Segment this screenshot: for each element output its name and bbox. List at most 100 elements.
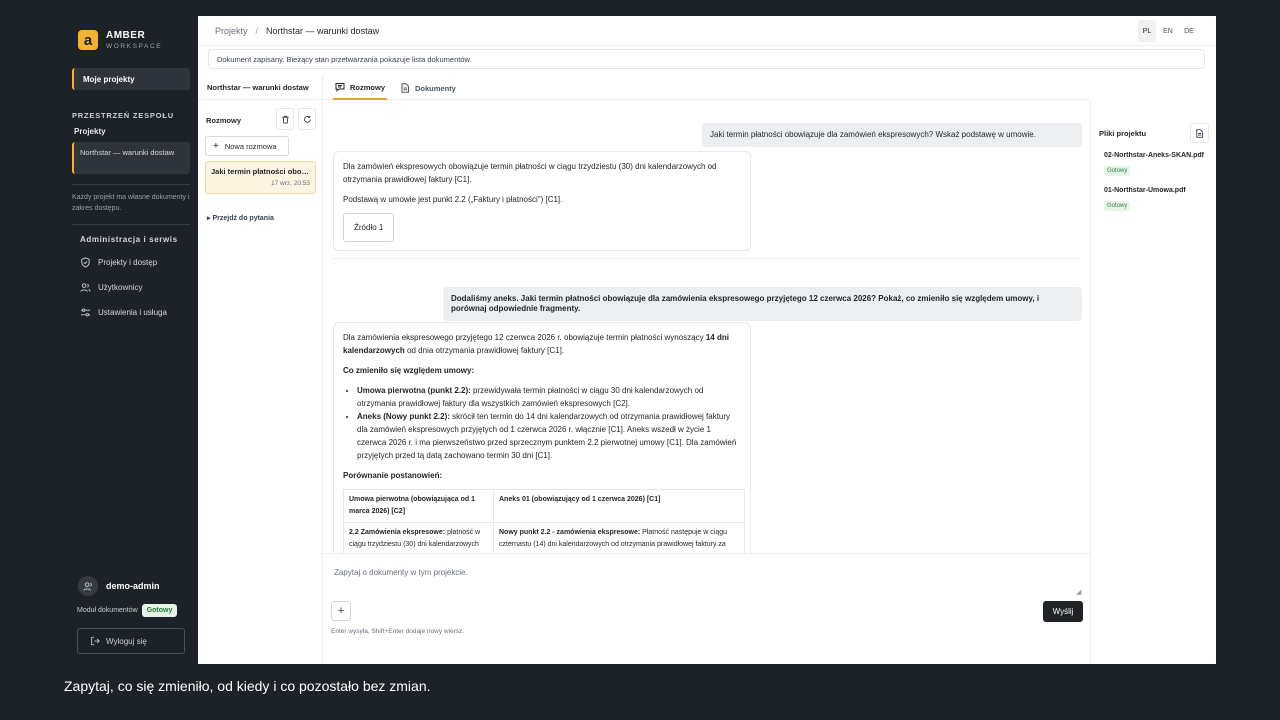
refresh-icon [303, 115, 311, 123]
cell-label: Nowy punkt 2.2 - zamówienia ekspresowe: [499, 529, 641, 536]
conversation-item[interactable]: Jaki termin płatności obowiązuje 17 wrz,… [205, 161, 316, 194]
jump-to-question[interactable]: ▸ Przejdź do pytania [207, 214, 274, 222]
table-row: Umowa pierwotna (obowiązująca od 1 marca… [343, 489, 745, 523]
attach-button[interactable]: + [331, 601, 351, 621]
composer: Zapytaj o dokumenty w tym projekcie. ◢ +… [324, 553, 1090, 664]
topbar: Projekty / Northstar — warunki dostaw PL E… [198, 16, 1216, 46]
sidebar-project-northstar[interactable]: Northstar — warunki dostaw [72, 142, 190, 174]
brand-logo: a [78, 30, 98, 50]
breadcrumb-projects[interactable]: Projekty [215, 26, 248, 36]
divider [72, 224, 190, 225]
files-panel: Pliki projektu 02-Northstar-Aneks-SKAN.p… [1090, 101, 1216, 664]
user-profile: demo-admin [78, 576, 160, 596]
sidebar-item-label: Użytkownicy [98, 283, 143, 292]
brand-sub: WORKSPACE [106, 43, 163, 50]
answer-paragraph: Podstawą w umowie jest punkt 2.2 („Faktu… [343, 195, 563, 204]
prompt-input[interactable]: Zapytaj o dokumenty w tym projekcie. [334, 568, 468, 577]
table-header: Aneks 01 (obowiązujący od 1 czerwca 2026… [493, 489, 745, 523]
answer-heading: Co zmieniło się względem umowy: [343, 366, 475, 375]
lang-de[interactable]: DE [1180, 20, 1198, 42]
file-item[interactable]: 02-Northstar-Aneks-SKAN.pdf Gotowy [1104, 152, 1209, 177]
user-message: Dodaliśmy aneks. Jaki termin płatności o… [443, 287, 1082, 321]
sidebar-item-settings[interactable]: Ustawienia i usługa [80, 307, 167, 318]
delete-conversation-button[interactable] [276, 108, 294, 130]
assistant-message: Dla zamówień ekspresowych obowiązuje ter… [333, 151, 751, 251]
jump-label: Przejdź do pytania [212, 215, 274, 222]
sidebar-item-label: Projekty i dostęp [98, 258, 158, 267]
table-row: 2.2 Zamówienia ekspresowe: płatność w ci… [343, 522, 745, 553]
logout-label: Wyloguj się [106, 636, 147, 646]
sidebar-note: Każdy projekt ma własne dokumenty i zakr… [72, 194, 190, 212]
answer-paragraph: Dla zamówienia ekspresowego przyjętego 1… [343, 331, 741, 357]
cell-label: 2.2 Zamówienia ekspresowe: [349, 529, 446, 536]
add-file-button[interactable] [1190, 123, 1209, 143]
sidebar-item-users[interactable]: Użytkownicy [80, 282, 142, 293]
tab-bar: Rozmowy Dokumenty [324, 76, 1090, 100]
answer-heading: Porównanie postanowień: [343, 471, 443, 480]
table-header: Umowa pierwotna (obowiązująca od 1 marca… [343, 489, 494, 523]
breadcrumb-current: Northstar — warunki dostaw [266, 26, 380, 36]
brand: a AMBER WORKSPACE [78, 30, 162, 50]
main-window: Projekty / Northstar — warunki dostaw PL E… [198, 16, 1216, 664]
notice-banner: Dokument zapisany. Bieżący stan przetwar… [208, 49, 1205, 69]
logout-button[interactable]: Wyloguj się [77, 628, 185, 654]
module-status-row: Moduł dokumentów Gotowy [77, 604, 178, 617]
breadcrumb: Projekty / Northstar — warunki dostaw [215, 26, 379, 36]
file-name: 02-Northstar-Aneks-SKAN.pdf [1104, 152, 1204, 159]
file-name: 01-Northstar-Umowa.pdf [1104, 187, 1186, 194]
tab-label: Dokumenty [415, 83, 456, 93]
avatar [78, 576, 98, 596]
plus-icon: + [337, 605, 345, 617]
answer-text: Dla zamówienia ekspresowego przyjętego 1… [343, 333, 704, 342]
comparison-table: Umowa pierwotna (obowiązująca od 1 marca… [343, 489, 745, 553]
trash-icon [281, 115, 289, 124]
send-button[interactable]: Wyślij [1043, 601, 1083, 622]
list-item-label: Umowa pierwotna (punkt 2.2): [357, 386, 471, 395]
chat-icon [335, 83, 345, 92]
list-item: Aneks (Nowy punkt 2.2): skrócił ten term… [357, 410, 741, 462]
lang-pl[interactable]: PL [1138, 20, 1156, 42]
brand-name: AMBER [106, 30, 146, 41]
tab-label: Rozmowy [350, 82, 386, 92]
list-item-label: Aneks (Nowy punkt 2.2): [357, 412, 450, 421]
source-button[interactable]: Źródło 1 [343, 213, 395, 242]
sidebar-item-projects-access[interactable]: Projekty i dostęp [80, 257, 157, 268]
users-icon [82, 581, 92, 591]
conversations-heading: Rozmowy [206, 116, 242, 125]
resize-handle-icon[interactable]: ◢ [1076, 588, 1081, 596]
tab-conversations[interactable]: Rozmowy [333, 76, 388, 100]
shield-check-icon [81, 257, 90, 268]
conversation-date: 17 wrz, 20:53 [270, 180, 310, 187]
caption: Zapytaj, co się zmieniło, od kiedy i co … [64, 678, 431, 694]
status-badge: Gotowy [1104, 166, 1131, 176]
breadcrumb-separator: / [255, 26, 259, 36]
document-icon [401, 83, 409, 93]
tab-documents[interactable]: Dokumenty [400, 76, 456, 100]
nav-my-projects[interactable]: Moje projekty [72, 68, 190, 90]
module-label: Moduł dokumentów [77, 607, 138, 614]
sidebar-item-label: Ustawienia i usługa [98, 308, 167, 317]
lang-en[interactable]: EN [1159, 20, 1177, 42]
new-conversation-button[interactable]: + Nowa rozmowa [205, 136, 289, 156]
files-heading: Pliki projektu [1099, 129, 1147, 138]
sliders-icon [80, 308, 91, 317]
conversation-panel: Northstar — warunki dostaw Rozmowy + Now… [198, 76, 323, 664]
status-badge: Gotowy [1104, 201, 1131, 211]
table-cell: Nowy punkt 2.2 - zamówienia ekspresowe: … [493, 522, 745, 553]
assistant-message: Dla zamówienia ekspresowego przyjętego 1… [333, 322, 751, 553]
file-item[interactable]: 01-Northstar-Umowa.pdf Gotowy [1104, 187, 1209, 212]
projects-heading: Projekty [74, 127, 106, 136]
list-item: Umowa pierwotna (punkt 2.2): przewidywał… [357, 384, 741, 410]
composer-hint: Enter wysyła, Shift+Enter dodaje nowy wi… [331, 628, 465, 635]
divider [333, 258, 1081, 259]
status-badge: Gotowy [141, 604, 178, 617]
logout-icon [91, 636, 100, 646]
sidebar: a AMBER WORKSPACE Moje projekty PRZESTRZ… [64, 16, 198, 664]
refresh-button[interactable] [298, 108, 316, 130]
conversation-title: Jaki termin płatności obowiązuje [211, 167, 310, 176]
new-conversation-label: Nowa rozmowa [224, 141, 277, 151]
answer-paragraph: Dla zamówień ekspresowych obowiązuje ter… [343, 162, 717, 184]
table-cell: 2.2 Zamówienia ekspresowe: płatność w ci… [343, 522, 494, 553]
users-icon [80, 283, 91, 292]
project-title: Northstar — warunki dostaw [198, 76, 322, 100]
